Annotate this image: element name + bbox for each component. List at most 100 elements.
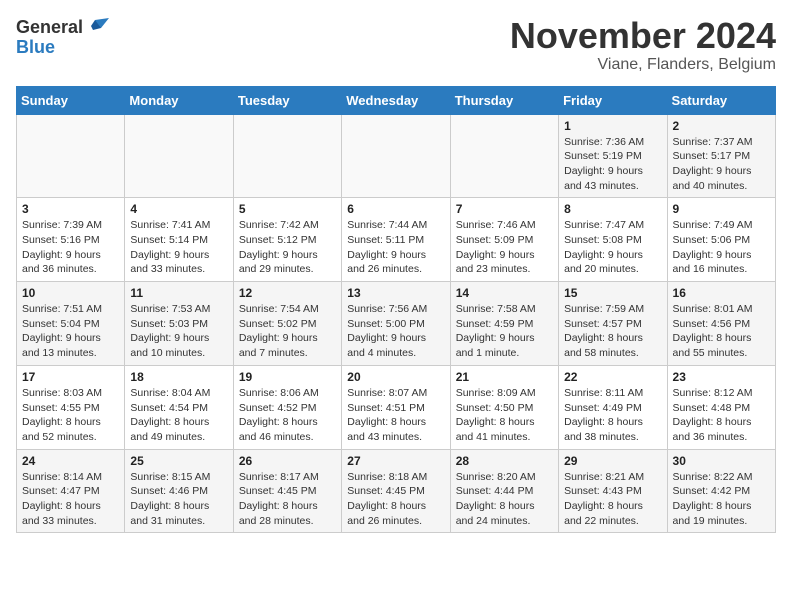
calendar-header: SundayMondayTuesdayWednesdayThursdayFrid… bbox=[17, 86, 776, 114]
day-number: 8 bbox=[564, 202, 661, 216]
day-cell: 15Sunrise: 7:59 AM Sunset: 4:57 PM Dayli… bbox=[559, 282, 667, 366]
day-number: 9 bbox=[673, 202, 770, 216]
day-cell: 6 Sunrise: 7:44 AM Sunset: 5:11 PM Daylig… bbox=[342, 198, 450, 282]
column-header-thursday: Thursday bbox=[450, 86, 558, 114]
day-number: 14 bbox=[456, 286, 553, 300]
day-cell: 30 Sunrise: 8:22 AM Sunset: 4:42 PM Dayli… bbox=[667, 449, 775, 533]
day-number: 29 bbox=[564, 454, 661, 468]
day-number: 11 bbox=[130, 286, 227, 300]
day-cell: 25 Sunrise: 8:15 AM Sunset: 4:46 PM Dayli… bbox=[125, 449, 233, 533]
logo-blue: Blue bbox=[16, 38, 55, 56]
day-cell: 16Sunrise: 8:01 AM Sunset: 4:56 PM Dayli… bbox=[667, 282, 775, 366]
week-row-4: 17Sunrise: 8:03 AM Sunset: 4:55 PM Dayli… bbox=[17, 365, 776, 449]
day-info: Sunrise: 7:44 AM Sunset: 5:11 PM Dayligh… bbox=[347, 219, 427, 275]
day-cell: 9 Sunrise: 7:49 AM Sunset: 5:06 PM Daylig… bbox=[667, 198, 775, 282]
day-number: 3 bbox=[22, 202, 119, 216]
day-cell: 29 Sunrise: 8:21 AM Sunset: 4:43 PM Dayli… bbox=[559, 449, 667, 533]
day-number: 28 bbox=[456, 454, 553, 468]
day-cell: 20 Sunrise: 8:07 AM Sunset: 4:51 PM Dayli… bbox=[342, 365, 450, 449]
day-number: 5 bbox=[239, 202, 336, 216]
day-number: 30 bbox=[673, 454, 770, 468]
day-info: Sunrise: 8:14 AM Sunset: 4:47 PM Dayligh… bbox=[22, 471, 102, 527]
week-row-1: 1 Sunrise: 7:36 AM Sunset: 5:19 PM Daylig… bbox=[17, 114, 776, 198]
day-number: 2 bbox=[673, 119, 770, 133]
day-info: Sunrise: 8:12 AM Sunset: 4:48 PM Dayligh… bbox=[673, 387, 753, 443]
day-info: Sunrise: 7:39 AM Sunset: 5:16 PM Dayligh… bbox=[22, 219, 102, 275]
day-info: Sunrise: 7:46 AM Sunset: 5:09 PM Dayligh… bbox=[456, 219, 536, 275]
day-number: 18 bbox=[130, 370, 227, 384]
day-cell: 13 Sunrise: 7:56 AM Sunset: 5:00 PM Dayli… bbox=[342, 282, 450, 366]
day-info: Sunrise: 8:07 AM Sunset: 4:51 PM Dayligh… bbox=[347, 387, 427, 443]
day-info: Sunrise: 7:56 AM Sunset: 5:00 PM Dayligh… bbox=[347, 303, 427, 359]
day-number: 13 bbox=[347, 286, 444, 300]
header: General Blue November 2024 Viane, Flande… bbox=[16, 16, 776, 74]
column-header-saturday: Saturday bbox=[667, 86, 775, 114]
day-cell: 28Sunrise: 8:20 AM Sunset: 4:44 PM Dayli… bbox=[450, 449, 558, 533]
day-cell: 26 Sunrise: 8:17 AM Sunset: 4:45 PM Dayli… bbox=[233, 449, 341, 533]
day-cell: 11 Sunrise: 7:53 AM Sunset: 5:03 PM Dayli… bbox=[125, 282, 233, 366]
day-info: Sunrise: 8:09 AM Sunset: 4:50 PM Dayligh… bbox=[456, 387, 536, 443]
day-info: Sunrise: 8:04 AM Sunset: 4:54 PM Dayligh… bbox=[130, 387, 210, 443]
day-info: Sunrise: 7:37 AM Sunset: 5:17 PM Dayligh… bbox=[673, 136, 753, 192]
day-cell: 22Sunrise: 8:11 AM Sunset: 4:49 PM Dayli… bbox=[559, 365, 667, 449]
day-info: Sunrise: 8:17 AM Sunset: 4:45 PM Dayligh… bbox=[239, 471, 319, 527]
day-number: 20 bbox=[347, 370, 444, 384]
day-cell: 17Sunrise: 8:03 AM Sunset: 4:55 PM Dayli… bbox=[17, 365, 125, 449]
day-number: 10 bbox=[22, 286, 119, 300]
day-number: 27 bbox=[347, 454, 444, 468]
day-info: Sunrise: 8:22 AM Sunset: 4:42 PM Dayligh… bbox=[673, 471, 753, 527]
day-cell: 3 Sunrise: 7:39 AM Sunset: 5:16 PM Daylig… bbox=[17, 198, 125, 282]
day-cell: 21 Sunrise: 8:09 AM Sunset: 4:50 PM Dayli… bbox=[450, 365, 558, 449]
day-number: 12 bbox=[239, 286, 336, 300]
day-info: Sunrise: 7:36 AM Sunset: 5:19 PM Dayligh… bbox=[564, 136, 644, 192]
month-title: November 2024 bbox=[510, 16, 776, 56]
day-number: 24 bbox=[22, 454, 119, 468]
day-info: Sunrise: 7:49 AM Sunset: 5:06 PM Dayligh… bbox=[673, 219, 753, 275]
day-info: Sunrise: 8:01 AM Sunset: 4:56 PM Dayligh… bbox=[673, 303, 753, 359]
column-header-friday: Friday bbox=[559, 86, 667, 114]
day-cell bbox=[342, 114, 450, 198]
day-info: Sunrise: 7:54 AM Sunset: 5:02 PM Dayligh… bbox=[239, 303, 319, 359]
day-cell: 12 Sunrise: 7:54 AM Sunset: 5:02 PM Dayli… bbox=[233, 282, 341, 366]
day-cell bbox=[233, 114, 341, 198]
day-info: Sunrise: 8:15 AM Sunset: 4:46 PM Dayligh… bbox=[130, 471, 210, 527]
column-header-monday: Monday bbox=[125, 86, 233, 114]
week-row-3: 10 Sunrise: 7:51 AM Sunset: 5:04 PM Dayli… bbox=[17, 282, 776, 366]
day-number: 4 bbox=[130, 202, 227, 216]
day-cell: 27 Sunrise: 8:18 AM Sunset: 4:45 PM Dayli… bbox=[342, 449, 450, 533]
column-header-tuesday: Tuesday bbox=[233, 86, 341, 114]
day-number: 17 bbox=[22, 370, 119, 384]
day-info: Sunrise: 7:53 AM Sunset: 5:03 PM Dayligh… bbox=[130, 303, 210, 359]
day-number: 1 bbox=[564, 119, 661, 133]
day-info: Sunrise: 8:11 AM Sunset: 4:49 PM Dayligh… bbox=[564, 387, 643, 443]
day-number: 25 bbox=[130, 454, 227, 468]
column-header-sunday: Sunday bbox=[17, 86, 125, 114]
day-number: 21 bbox=[456, 370, 553, 384]
logo-general: General bbox=[16, 18, 83, 36]
day-info: Sunrise: 7:59 AM Sunset: 4:57 PM Dayligh… bbox=[564, 303, 644, 359]
day-info: Sunrise: 7:58 AM Sunset: 4:59 PM Dayligh… bbox=[456, 303, 536, 359]
logo: General Blue bbox=[16, 16, 109, 56]
logo-bird-icon bbox=[87, 16, 109, 38]
day-cell: 4 Sunrise: 7:41 AM Sunset: 5:14 PM Daylig… bbox=[125, 198, 233, 282]
day-info: Sunrise: 7:51 AM Sunset: 5:04 PM Dayligh… bbox=[22, 303, 102, 359]
day-cell: 14 Sunrise: 7:58 AM Sunset: 4:59 PM Dayli… bbox=[450, 282, 558, 366]
day-info: Sunrise: 8:18 AM Sunset: 4:45 PM Dayligh… bbox=[347, 471, 427, 527]
day-number: 26 bbox=[239, 454, 336, 468]
day-cell: 7Sunrise: 7:46 AM Sunset: 5:09 PM Daylig… bbox=[450, 198, 558, 282]
day-cell: 24 Sunrise: 8:14 AM Sunset: 4:47 PM Dayli… bbox=[17, 449, 125, 533]
week-row-5: 24 Sunrise: 8:14 AM Sunset: 4:47 PM Dayli… bbox=[17, 449, 776, 533]
day-number: 6 bbox=[347, 202, 444, 216]
day-cell: 5 Sunrise: 7:42 AM Sunset: 5:12 PM Daylig… bbox=[233, 198, 341, 282]
day-cell: 2 Sunrise: 7:37 AM Sunset: 5:17 PM Daylig… bbox=[667, 114, 775, 198]
day-info: Sunrise: 8:06 AM Sunset: 4:52 PM Dayligh… bbox=[239, 387, 319, 443]
day-cell: 18 Sunrise: 8:04 AM Sunset: 4:54 PM Dayli… bbox=[125, 365, 233, 449]
day-number: 19 bbox=[239, 370, 336, 384]
day-cell: 19 Sunrise: 8:06 AM Sunset: 4:52 PM Dayli… bbox=[233, 365, 341, 449]
day-cell: 23Sunrise: 8:12 AM Sunset: 4:48 PM Dayli… bbox=[667, 365, 775, 449]
day-info: Sunrise: 7:42 AM Sunset: 5:12 PM Dayligh… bbox=[239, 219, 319, 275]
day-cell: 10 Sunrise: 7:51 AM Sunset: 5:04 PM Dayli… bbox=[17, 282, 125, 366]
day-info: Sunrise: 7:41 AM Sunset: 5:14 PM Dayligh… bbox=[130, 219, 210, 275]
header-row: SundayMondayTuesdayWednesdayThursdayFrid… bbox=[17, 86, 776, 114]
day-info: Sunrise: 8:21 AM Sunset: 4:43 PM Dayligh… bbox=[564, 471, 644, 527]
